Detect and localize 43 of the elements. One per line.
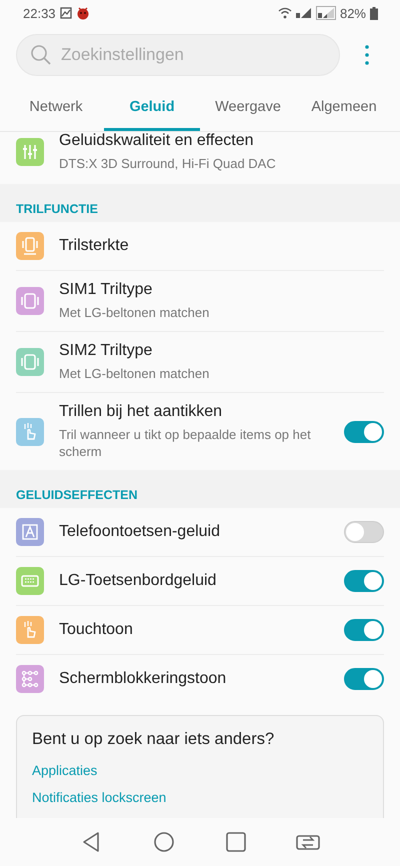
bug-icon <box>76 6 90 20</box>
settings-item[interactable]: SIM2 Triltype Met LG-beltonen matchen <box>16 331 384 392</box>
tab[interactable]: Algemeen <box>296 86 392 131</box>
status-time: 22:33 <box>23 6 56 20</box>
image-icon <box>60 7 72 19</box>
item-title: LG-Toetsenbordgeluid <box>59 572 218 590</box>
settings-item[interactable]: Schermblokkeringstoon <box>16 654 384 703</box>
settings-item[interactable]: Trilsterkte <box>16 222 384 270</box>
card-title: Bent u op zoek naar iets anders? <box>32 730 276 749</box>
wifi-icon <box>278 7 292 19</box>
item-title: Trilsterkte <box>59 237 130 255</box>
toggle-switch[interactable] <box>344 619 384 641</box>
item-subtitle: Met LG-beltonen matchen <box>59 304 210 321</box>
item-title: Touchtoon <box>59 621 134 639</box>
settings-item[interactable]: Geluidskwaliteit en effecten DTS:X 3D Surround, Hi-Fi Quad DAC <box>16 132 384 184</box>
settings-item[interactable]: Touchtoon <box>16 605 384 654</box>
item-subtitle: Met LG-beltonen matchen <box>59 365 210 382</box>
settings-item[interactable]: SIM1 Triltype Met LG-beltonen matchen <box>16 270 384 331</box>
section-header: GELUIDSEFFECTEN <box>0 470 400 508</box>
tab[interactable]: Netwerk <box>8 86 104 131</box>
search-icon <box>30 44 52 66</box>
item-title: Telefoontoetsen-geluid <box>59 523 222 541</box>
battery-percentage: 82% <box>340 6 366 20</box>
signal-icon <box>316 6 336 20</box>
item-subtitle: DTS:X 3D Surround, Hi-Fi Quad DAC <box>59 155 277 172</box>
signal-icon <box>296 7 312 19</box>
item-title: SIM2 Triltype <box>59 342 154 360</box>
toggle-switch[interactable] <box>344 570 384 592</box>
settings-item[interactable]: Telefoontoetsen-geluid <box>16 508 384 556</box>
item-subtitle: Tril wanneer u tikt op bepaalde items op het scherm <box>59 426 312 460</box>
item-title: Schermblokkeringstoon <box>59 670 228 688</box>
item-title: SIM1 Triltype <box>59 281 154 299</box>
settings-item[interactable]: LG-Toetsenbordgeluid <box>16 556 384 605</box>
tab[interactable]: Weergave <box>200 86 296 131</box>
toggle-switch[interactable] <box>344 668 384 690</box>
section-header: TRILFUNCTIE <box>0 184 400 222</box>
battery-icon <box>370 6 378 20</box>
toggle-switch[interactable] <box>344 420 384 442</box>
toggle-switch[interactable] <box>344 521 384 543</box>
item-title: Geluidskwaliteit en effecten <box>59 132 254 150</box>
more-options-icon <box>364 44 370 66</box>
search-field[interactable]: Zoekinstellingen <box>16 34 340 76</box>
item-title: Trillen bij het aantikken <box>59 403 224 421</box>
